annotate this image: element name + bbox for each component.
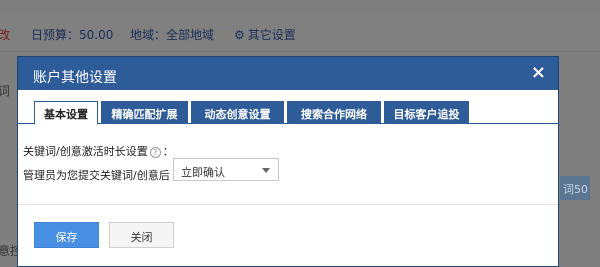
budget-text: 日预算：50.00: [31, 28, 114, 42]
tab-exact-match-expansion[interactable]: 精确匹配扩展: [101, 101, 188, 124]
background-topbar: 改 日预算：50.00 地域：全部地域 ⚙ 其它设置: [0, 12, 600, 52]
other-settings-label: 其它设置: [247, 28, 296, 42]
admin-submit-label: 管理员为您提交关键词/创意后: [23, 169, 170, 182]
account-settings-dialog: 账户其他设置 × 基本设置 精确匹配扩展 动态创意设置 搜索合作网络 目标客户追…: [17, 56, 559, 267]
confirmation-select[interactable]: 立即确认: [173, 158, 279, 181]
confirmation-select-value: 立即确认: [181, 166, 225, 179]
background-button-fragment: 词50: [560, 176, 590, 200]
label-colon: ：: [162, 145, 174, 158]
gear-icon: ⚙: [234, 28, 245, 42]
activation-duration-row: 关键词/创意激活时长设置?：: [23, 143, 174, 159]
save-button[interactable]: 保存: [34, 222, 99, 248]
tab-dynamic-creative-settings[interactable]: 动态创意设置: [191, 101, 284, 124]
tab-bar: 基本设置 精确匹配扩展 动态创意设置 搜索合作网络 目标客户追投: [18, 99, 558, 125]
background-fragment: 词: [0, 84, 11, 98]
close-icon[interactable]: ×: [531, 64, 546, 82]
close-button[interactable]: 关闭: [109, 222, 174, 248]
other-settings-link: ⚙ 其它设置: [234, 26, 296, 43]
background-fragment: 改: [0, 28, 11, 42]
footer-divider: [18, 204, 558, 205]
tab-search-partner-network[interactable]: 搜索合作网络: [287, 101, 381, 124]
admin-submit-row: 管理员为您提交关键词/创意后: [23, 164, 170, 183]
chevron-down-icon: [262, 168, 270, 173]
help-icon[interactable]: ?: [149, 147, 161, 158]
dialog-title: 账户其他设置: [33, 70, 117, 86]
activation-duration-label: 关键词/创意激活时长设置: [23, 145, 148, 158]
region-text: 地域：全部地域: [130, 28, 215, 42]
tab-target-customer-retargeting[interactable]: 目标客户追投: [384, 101, 469, 124]
dialog-header: 账户其他设置 ×: [18, 57, 558, 90]
tab-basic-settings[interactable]: 基本设置: [34, 101, 98, 125]
